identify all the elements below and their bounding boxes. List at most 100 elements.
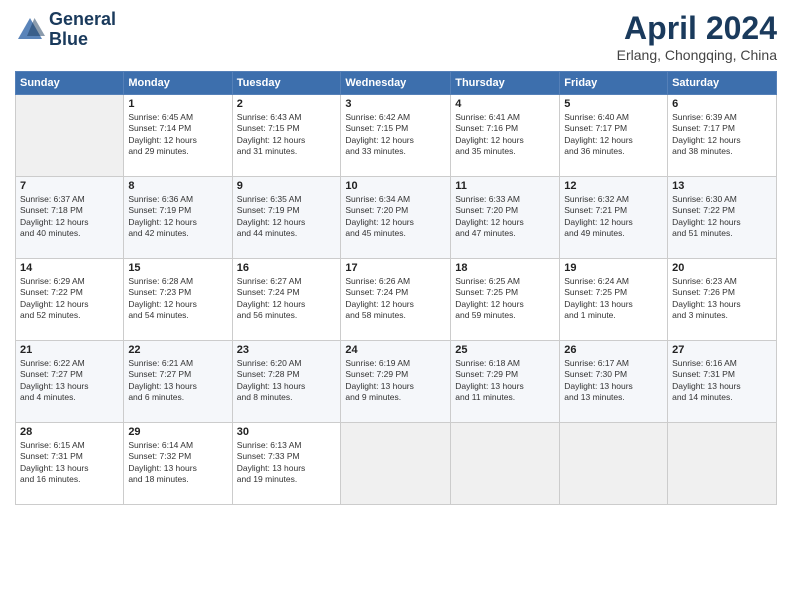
day-number: 7 xyxy=(20,180,119,192)
day-info: Sunrise: 6:21 AM Sunset: 7:27 PM Dayligh… xyxy=(128,358,227,404)
calendar-cell: 28Sunrise: 6:15 AM Sunset: 7:31 PM Dayli… xyxy=(16,423,124,505)
day-info: Sunrise: 6:18 AM Sunset: 7:29 PM Dayligh… xyxy=(455,358,555,404)
calendar-cell: 11 Sunrise: 6:33 AM Sunset: 7:20 PM Dayli… xyxy=(451,177,560,259)
calendar-cell xyxy=(668,423,777,505)
calendar-cell: 5Sunrise: 6:40 AM Sunset: 7:17 PM Daylig… xyxy=(560,95,668,177)
calendar-cell: 10 Sunrise: 6:34 AM Sunset: 7:20 PM Dayli… xyxy=(341,177,451,259)
day-info: Sunrise: 6:13 AM Sunset: 7:33 PM Dayligh… xyxy=(237,440,337,486)
day-number: 10 xyxy=(345,180,446,192)
day-number: 8 xyxy=(128,180,227,192)
calendar-cell: 14 Sunrise: 6:29 AM Sunset: 7:22 PM Dayli… xyxy=(16,259,124,341)
page: General Blue April 2024 Erlang, Chongqin… xyxy=(0,0,792,612)
logo-icon xyxy=(15,15,45,45)
day-info: Sunrise: 6:34 AM Sunset: 7:20 PM Dayligh… xyxy=(345,194,446,240)
day-info: Sunrise: 6:40 AM Sunset: 7:17 PM Dayligh… xyxy=(564,112,663,158)
col-header-friday: Friday xyxy=(560,72,668,95)
title-block: April 2024 Erlang, Chongqing, China xyxy=(617,10,777,63)
calendar-cell: 19 Sunrise: 6:24 AM Sunset: 7:25 PM Dayli… xyxy=(560,259,668,341)
day-number: 13 xyxy=(672,180,772,192)
calendar-cell: 12Sunrise: 6:32 AM Sunset: 7:21 PM Dayli… xyxy=(560,177,668,259)
calendar-cell: 7 Sunrise: 6:37 AM Sunset: 7:18 PM Daylig… xyxy=(16,177,124,259)
calendar-cell: 17 Sunrise: 6:26 AM Sunset: 7:24 PM Dayli… xyxy=(341,259,451,341)
day-info: Sunrise: 6:35 AM Sunset: 7:19 PM Dayligh… xyxy=(237,194,337,240)
calendar-cell: 2 Sunrise: 6:43 AM Sunset: 7:15 PM Daylig… xyxy=(232,95,341,177)
calendar-cell: 30 Sunrise: 6:13 AM Sunset: 7:33 PM Dayli… xyxy=(232,423,341,505)
day-info: Sunrise: 6:22 AM Sunset: 7:27 PM Dayligh… xyxy=(20,358,119,404)
day-number: 6 xyxy=(672,98,772,110)
calendar-cell: 1 Sunrise: 6:45 AM Sunset: 7:14 PM Daylig… xyxy=(124,95,232,177)
day-info: Sunrise: 6:37 AM Sunset: 7:18 PM Dayligh… xyxy=(20,194,119,240)
day-info: Sunrise: 6:27 AM Sunset: 7:24 PM Dayligh… xyxy=(237,276,337,322)
day-info: Sunrise: 6:19 AM Sunset: 7:29 PM Dayligh… xyxy=(345,358,446,404)
day-number: 19 xyxy=(564,262,663,274)
day-info: Sunrise: 6:24 AM Sunset: 7:25 PM Dayligh… xyxy=(564,276,663,322)
day-info: Sunrise: 6:20 AM Sunset: 7:28 PM Dayligh… xyxy=(237,358,337,404)
calendar-cell xyxy=(560,423,668,505)
day-number: 20 xyxy=(672,262,772,274)
col-header-monday: Monday xyxy=(124,72,232,95)
calendar-cell: 6Sunrise: 6:39 AM Sunset: 7:17 PM Daylig… xyxy=(668,95,777,177)
day-number: 24 xyxy=(345,344,446,356)
calendar-cell: 29 Sunrise: 6:14 AM Sunset: 7:32 PM Dayli… xyxy=(124,423,232,505)
day-number: 23 xyxy=(237,344,337,356)
day-number: 9 xyxy=(237,180,337,192)
calendar-cell: 22 Sunrise: 6:21 AM Sunset: 7:27 PM Dayli… xyxy=(124,341,232,423)
day-number: 29 xyxy=(128,426,227,438)
day-info: Sunrise: 6:42 AM Sunset: 7:15 PM Dayligh… xyxy=(345,112,446,158)
day-info: Sunrise: 6:36 AM Sunset: 7:19 PM Dayligh… xyxy=(128,194,227,240)
col-header-tuesday: Tuesday xyxy=(232,72,341,95)
col-header-saturday: Saturday xyxy=(668,72,777,95)
calendar-cell: 15Sunrise: 6:28 AM Sunset: 7:23 PM Dayli… xyxy=(124,259,232,341)
day-info: Sunrise: 6:29 AM Sunset: 7:22 PM Dayligh… xyxy=(20,276,119,322)
day-info: Sunrise: 6:45 AM Sunset: 7:14 PM Dayligh… xyxy=(128,112,227,158)
calendar-table: SundayMondayTuesdayWednesdayThursdayFrid… xyxy=(15,71,777,505)
day-number: 21 xyxy=(20,344,119,356)
day-info: Sunrise: 6:30 AM Sunset: 7:22 PM Dayligh… xyxy=(672,194,772,240)
calendar-cell: 21 Sunrise: 6:22 AM Sunset: 7:27 PM Dayli… xyxy=(16,341,124,423)
day-info: Sunrise: 6:14 AM Sunset: 7:32 PM Dayligh… xyxy=(128,440,227,486)
calendar-cell: 20 Sunrise: 6:23 AM Sunset: 7:26 PM Dayli… xyxy=(668,259,777,341)
calendar-cell xyxy=(451,423,560,505)
calendar-cell xyxy=(341,423,451,505)
day-info: Sunrise: 6:41 AM Sunset: 7:16 PM Dayligh… xyxy=(455,112,555,158)
calendar-cell: 24 Sunrise: 6:19 AM Sunset: 7:29 PM Dayli… xyxy=(341,341,451,423)
day-info: Sunrise: 6:16 AM Sunset: 7:31 PM Dayligh… xyxy=(672,358,772,404)
day-number: 2 xyxy=(237,98,337,110)
day-number: 14 xyxy=(20,262,119,274)
day-number: 11 xyxy=(455,180,555,192)
calendar-cell: 9 Sunrise: 6:35 AM Sunset: 7:19 PM Daylig… xyxy=(232,177,341,259)
day-number: 1 xyxy=(128,98,227,110)
calendar-cell: 18 Sunrise: 6:25 AM Sunset: 7:25 PM Dayli… xyxy=(451,259,560,341)
day-info: Sunrise: 6:28 AM Sunset: 7:23 PM Dayligh… xyxy=(128,276,227,322)
subtitle: Erlang, Chongqing, China xyxy=(617,47,777,63)
day-info: Sunrise: 6:33 AM Sunset: 7:20 PM Dayligh… xyxy=(455,194,555,240)
week-row-5: 28Sunrise: 6:15 AM Sunset: 7:31 PM Dayli… xyxy=(16,423,777,505)
logo: General Blue xyxy=(15,10,116,50)
calendar-cell: 27 Sunrise: 6:16 AM Sunset: 7:31 PM Dayli… xyxy=(668,341,777,423)
header: General Blue April 2024 Erlang, Chongqin… xyxy=(15,10,777,63)
week-row-4: 21 Sunrise: 6:22 AM Sunset: 7:27 PM Dayli… xyxy=(16,341,777,423)
day-number: 22 xyxy=(128,344,227,356)
day-number: 26 xyxy=(564,344,663,356)
calendar-cell: 16 Sunrise: 6:27 AM Sunset: 7:24 PM Dayli… xyxy=(232,259,341,341)
calendar-cell: 26 Sunrise: 6:17 AM Sunset: 7:30 PM Dayli… xyxy=(560,341,668,423)
day-number: 27 xyxy=(672,344,772,356)
day-number: 4 xyxy=(455,98,555,110)
day-info: Sunrise: 6:25 AM Sunset: 7:25 PM Dayligh… xyxy=(455,276,555,322)
day-number: 30 xyxy=(237,426,337,438)
day-info: Sunrise: 6:23 AM Sunset: 7:26 PM Dayligh… xyxy=(672,276,772,322)
calendar-cell: 23 Sunrise: 6:20 AM Sunset: 7:28 PM Dayli… xyxy=(232,341,341,423)
calendar-cell: 8 Sunrise: 6:36 AM Sunset: 7:19 PM Daylig… xyxy=(124,177,232,259)
calendar-cell: 13 Sunrise: 6:30 AM Sunset: 7:22 PM Dayli… xyxy=(668,177,777,259)
day-info: Sunrise: 6:15 AM Sunset: 7:31 PM Dayligh… xyxy=(20,440,119,486)
day-number: 18 xyxy=(455,262,555,274)
calendar-cell xyxy=(16,95,124,177)
day-number: 25 xyxy=(455,344,555,356)
day-number: 17 xyxy=(345,262,446,274)
day-number: 16 xyxy=(237,262,337,274)
day-info: Sunrise: 6:43 AM Sunset: 7:15 PM Dayligh… xyxy=(237,112,337,158)
day-info: Sunrise: 6:26 AM Sunset: 7:24 PM Dayligh… xyxy=(345,276,446,322)
day-info: Sunrise: 6:17 AM Sunset: 7:30 PM Dayligh… xyxy=(564,358,663,404)
day-number: 3 xyxy=(345,98,446,110)
calendar-cell: 4 Sunrise: 6:41 AM Sunset: 7:16 PM Daylig… xyxy=(451,95,560,177)
